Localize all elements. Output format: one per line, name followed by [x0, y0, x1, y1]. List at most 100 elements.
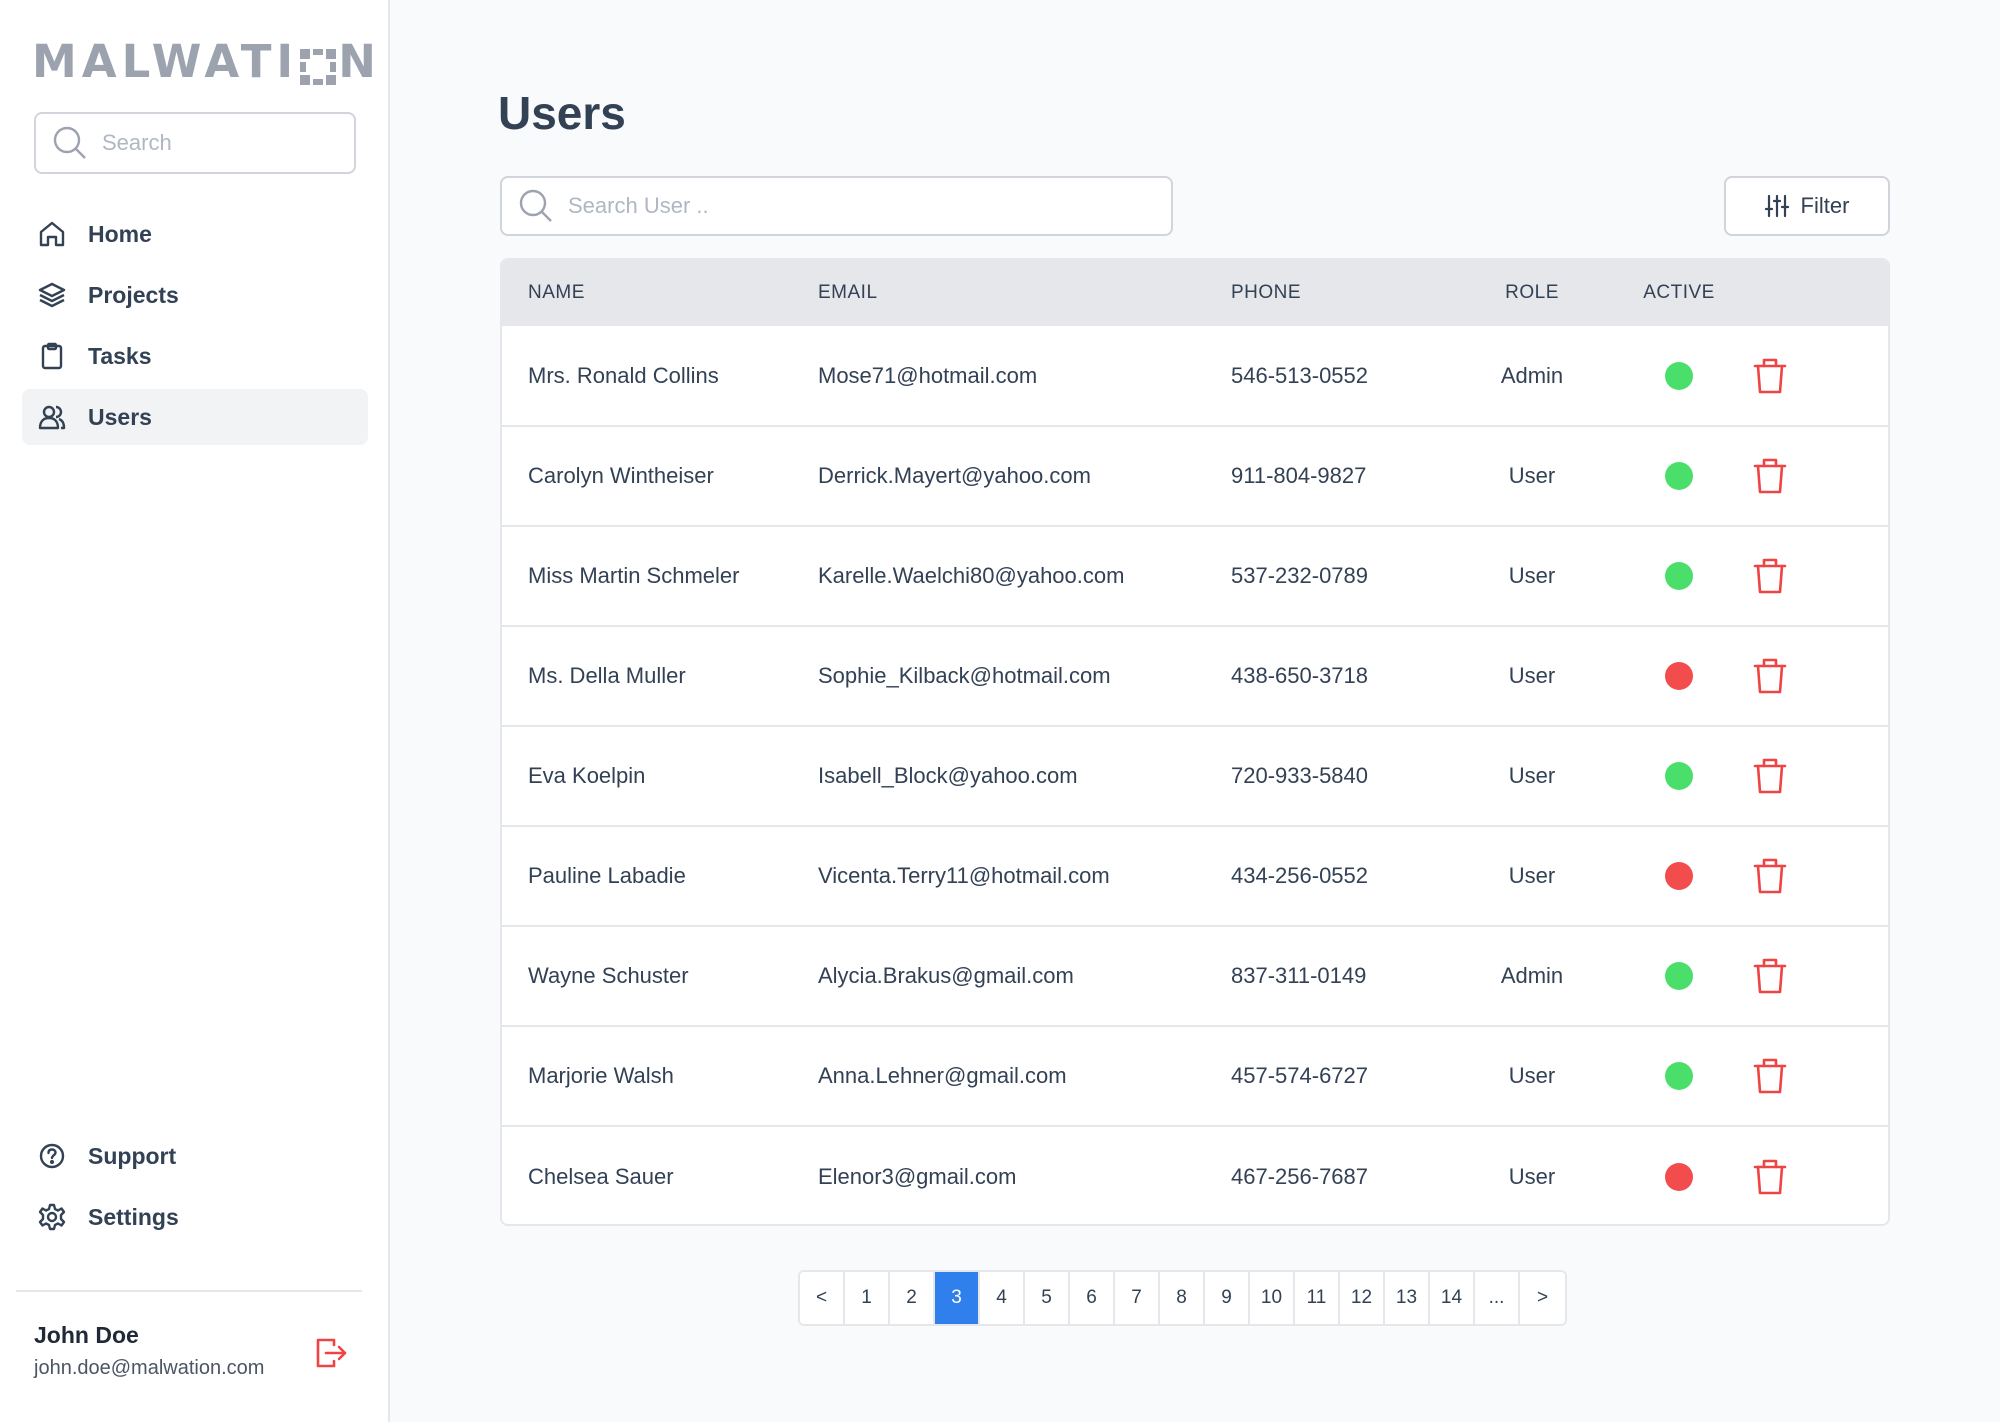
cell-actions	[1753, 326, 1888, 426]
prev-page-button[interactable]: <	[800, 1272, 845, 1324]
page-button[interactable]: 3	[935, 1272, 980, 1324]
next-page-button[interactable]: >	[1520, 1272, 1565, 1324]
cell-active	[1605, 726, 1753, 826]
table-row[interactable]: Ms. Della Muller Sophie_Kilback@hotmail.c…	[502, 626, 1888, 726]
page-button[interactable]: 12	[1340, 1272, 1385, 1324]
column-header-role[interactable]: ROLE	[1459, 260, 1605, 326]
cell-phone: 911-804-9827	[1231, 463, 1367, 488]
status-inactive-dot	[1665, 862, 1693, 891]
trash-icon[interactable]	[1753, 857, 1787, 895]
help-circle-icon	[38, 1142, 66, 1170]
page-button[interactable]: 6	[1070, 1272, 1115, 1324]
cell-active	[1605, 926, 1753, 1026]
cell-actions	[1753, 726, 1888, 826]
cell-active	[1605, 426, 1753, 526]
cell-phone: 546-513-0552	[1231, 362, 1369, 388]
cell-actions	[1753, 1126, 1888, 1224]
cell-email: Anna.Lehner@gmail.com	[818, 1063, 1067, 1088]
trash-icon[interactable]	[1753, 657, 1787, 695]
page-ellipsis: ...	[1475, 1272, 1520, 1324]
table-row[interactable]: Pauline Labadie Vicenta.Terry11@hotmail.c…	[502, 826, 1888, 926]
sidebar: MALWATI N Search Home Projects Tasks Use…	[0, 0, 390, 1422]
table-row[interactable]: Marjorie Walsh Anna.Lehner@gmail.com 457-5…	[502, 1026, 1888, 1126]
logout-icon[interactable]	[314, 1336, 348, 1370]
cell-phone: 438-650-3718	[1231, 663, 1369, 688]
sidebar-item-support[interactable]: Support	[22, 1128, 368, 1184]
sidebar-item-users[interactable]: Users	[22, 389, 368, 445]
sidebar-item-home[interactable]: Home	[22, 206, 368, 262]
column-header-active[interactable]: ACTIVE	[1605, 260, 1753, 326]
table-row[interactable]: Eva Koelpin Isabell_Block@yahoo.com 720-93…	[502, 726, 1888, 826]
sidebar-search-input[interactable]	[102, 130, 354, 156]
trash-icon[interactable]	[1753, 457, 1787, 495]
table-header-row: NAME EMAIL PHONE ROLE ACTIVE	[502, 260, 1888, 326]
cell-email: Mose71@hotmail.com	[818, 362, 1038, 388]
cell-name: Miss Martin Schmeler	[528, 563, 740, 588]
cell-name: Wayne Schuster	[528, 963, 689, 988]
cell-name: Ms. Della Muller	[528, 663, 686, 688]
table-row[interactable]: Chelsea Sauer Elenor3@gmail.com 467-256-76…	[502, 1126, 1888, 1224]
page-button[interactable]: 4	[980, 1272, 1025, 1324]
sidebar-item-tasks[interactable]: Tasks	[22, 328, 368, 384]
table-row[interactable]: Mrs. Ronald Collins Mose71@hotmail.com 546…	[502, 326, 1888, 426]
cell-role: Admin	[1500, 362, 1564, 388]
page-button[interactable]: 2	[890, 1272, 935, 1324]
sidebar-item-label: Users	[88, 403, 152, 430]
page-button[interactable]: 8	[1160, 1272, 1205, 1324]
sidebar-item-label: Support	[88, 1142, 177, 1169]
page-button[interactable]: 13	[1385, 1272, 1430, 1324]
status-active-dot	[1665, 562, 1693, 591]
cell-email: Vicenta.Terry11@hotmail.com	[818, 863, 1110, 888]
cell-email: Elenor3@gmail.com	[818, 1163, 1017, 1189]
trash-icon[interactable]	[1753, 1158, 1787, 1196]
page-button[interactable]: 1	[845, 1272, 890, 1324]
filter-button[interactable]: Filter	[1724, 176, 1890, 236]
profile-name: John Doe	[34, 1322, 139, 1348]
user-search-box[interactable]	[500, 176, 1173, 236]
column-header-email[interactable]: EMAIL	[818, 260, 1231, 326]
cell-active	[1605, 526, 1753, 626]
trash-icon[interactable]	[1753, 1057, 1787, 1095]
logo-mark	[300, 43, 337, 85]
search-icon	[52, 125, 88, 161]
sidebar-item-projects[interactable]: Projects	[22, 267, 368, 323]
cell-actions	[1753, 626, 1888, 726]
sidebar-item-settings[interactable]: Settings	[22, 1189, 368, 1245]
page-button[interactable]: 11	[1295, 1272, 1340, 1324]
cell-role: User	[1508, 863, 1556, 888]
trash-icon[interactable]	[1753, 557, 1787, 595]
cell-role: User	[1508, 1063, 1556, 1088]
cell-role: User	[1508, 463, 1556, 488]
user-search-input[interactable]	[568, 193, 1171, 219]
cell-active	[1605, 1026, 1753, 1126]
cell-actions	[1753, 926, 1888, 1026]
trash-icon[interactable]	[1753, 357, 1787, 395]
layers-icon	[38, 281, 66, 309]
trash-icon[interactable]	[1753, 957, 1787, 995]
users-table: NAME EMAIL PHONE ROLE ACTIVE Mrs. Ronald…	[500, 258, 1890, 1226]
users-icon	[38, 403, 66, 431]
cell-role: User	[1508, 1163, 1556, 1189]
cell-role: User	[1508, 563, 1556, 588]
table-body: Mrs. Ronald Collins Mose71@hotmail.com 546…	[502, 326, 1888, 1224]
table-row[interactable]: Wayne Schuster Alycia.Brakus@gmail.com 837…	[502, 926, 1888, 1026]
page-button[interactable]: 5	[1025, 1272, 1070, 1324]
malwation-logo[interactable]: MALWATI N	[32, 35, 381, 88]
column-header-name[interactable]: NAME	[502, 260, 818, 326]
cell-name: Carolyn Wintheiser	[528, 463, 714, 488]
cell-phone: 457-574-6727	[1231, 1063, 1369, 1088]
cell-email: Sophie_Kilback@hotmail.com	[818, 663, 1111, 688]
column-header-phone[interactable]: PHONE	[1231, 260, 1459, 326]
sidebar-search-box[interactable]	[34, 112, 356, 174]
cell-actions	[1753, 1026, 1888, 1126]
page-button[interactable]: 14	[1430, 1272, 1475, 1324]
page-button[interactable]: 9	[1205, 1272, 1250, 1324]
page-button[interactable]: 10	[1250, 1272, 1295, 1324]
home-icon	[38, 220, 66, 248]
cell-actions	[1753, 526, 1888, 626]
cell-name: Mrs. Ronald Collins	[528, 362, 719, 388]
trash-icon[interactable]	[1753, 757, 1787, 795]
table-row[interactable]: Miss Martin Schmeler Karelle.Waelchi80@ya…	[502, 526, 1888, 626]
table-row[interactable]: Carolyn Wintheiser Derrick.Mayert@yahoo.c…	[502, 426, 1888, 526]
page-button[interactable]: 7	[1115, 1272, 1160, 1324]
